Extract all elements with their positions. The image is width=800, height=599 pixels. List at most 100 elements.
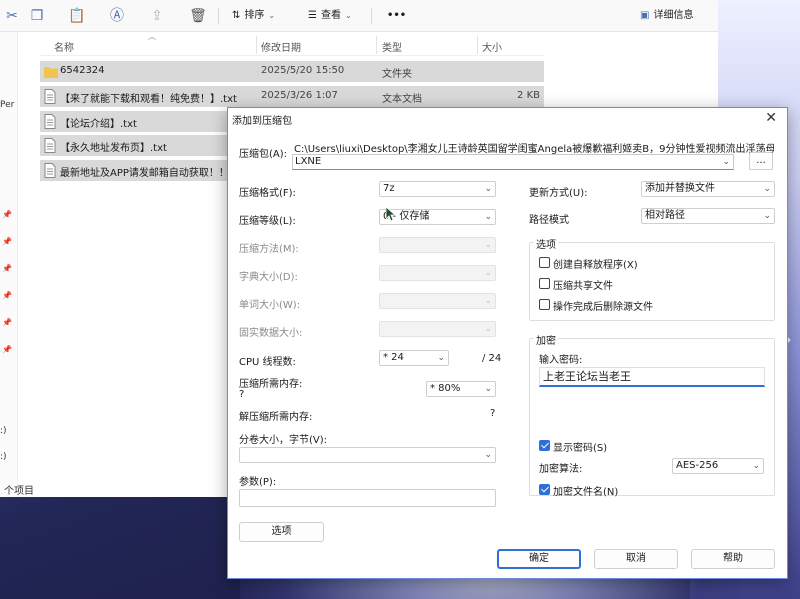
level-select[interactable]: 0 - 仅存储 ⌄ bbox=[379, 209, 496, 225]
browse-button[interactable]: ... bbox=[749, 152, 773, 170]
encryption-method-select[interactable]: AES-256 ⌄ bbox=[672, 458, 764, 474]
encrypt-filenames-checkbox[interactable] bbox=[539, 484, 550, 495]
more-icon: ••• bbox=[387, 10, 407, 21]
file-row[interactable]: 【论坛介绍】.txt bbox=[40, 111, 228, 132]
method-select[interactable]: ⌄ bbox=[379, 237, 496, 253]
file-name: 最新地址及APP请发邮箱自动获取！！ bbox=[60, 168, 228, 179]
sfx-label[interactable]: 创建自释放程序(X) bbox=[553, 256, 638, 271]
close-icon[interactable]: ✕ bbox=[765, 110, 777, 126]
help-button[interactable]: 帮助 bbox=[691, 549, 775, 569]
delete-icon[interactable]: 🗑 bbox=[189, 7, 207, 25]
add-to-archive-dialog: 添加到压缩包 ✕ 压缩包(A): C:\Users\liuxi\Desktop\… bbox=[227, 107, 788, 579]
cut-icon[interactable]: ✂ bbox=[3, 7, 21, 25]
ok-button[interactable]: 确定 bbox=[497, 549, 581, 569]
sfx-checkbox[interactable] bbox=[539, 257, 550, 268]
column-divider[interactable] bbox=[477, 36, 478, 54]
column-divider[interactable] bbox=[256, 36, 257, 54]
compress-memory-select[interactable]: * 80% ⌄ bbox=[426, 381, 496, 397]
shared-files-label[interactable]: 压缩共享文件 bbox=[553, 277, 613, 292]
paste-icon[interactable]: 📋 bbox=[68, 7, 86, 25]
mouse-cursor-icon bbox=[386, 207, 396, 222]
navigation-pane[interactable]: Per 📌 📌 📌 📌 📌 📌 :) :) bbox=[0, 32, 18, 497]
show-password-checkbox[interactable] bbox=[539, 440, 550, 451]
password-input[interactable]: 上老王论坛当老王 bbox=[539, 367, 765, 387]
chevron-down-icon: ⌄ bbox=[268, 11, 276, 20]
archive-path-value: LXNE bbox=[295, 156, 322, 167]
update-mode-select[interactable]: 添加并替换文件 ⌄ bbox=[641, 181, 775, 197]
chevron-down-icon: ⌄ bbox=[484, 450, 492, 460]
cancel-button[interactable]: 取消 bbox=[594, 549, 678, 569]
file-row[interactable]: 6542324 2025/5/20 15:50 文件夹 bbox=[40, 61, 544, 82]
details-pane-button[interactable]: ▣ 详细信息 bbox=[640, 7, 693, 25]
encryption-method-value: AES-256 bbox=[676, 460, 719, 471]
file-row[interactable]: 最新地址及APP请发邮箱自动获取！！ bbox=[40, 160, 228, 181]
word-size-select[interactable]: ⌄ bbox=[379, 293, 496, 309]
chevron-down-icon: ⌄ bbox=[484, 296, 492, 306]
nav-drive-label[interactable]: :) bbox=[0, 452, 7, 462]
chevron-down-icon: ⌄ bbox=[484, 324, 492, 334]
file-name: 6542324 bbox=[60, 65, 105, 76]
cpu-threads-label: CPU 线程数: bbox=[239, 357, 296, 368]
text-file-icon bbox=[44, 138, 56, 153]
format-value: 7z bbox=[383, 183, 395, 194]
format-select[interactable]: 7z ⌄ bbox=[379, 181, 496, 197]
dialog-title: 添加到压缩包 bbox=[232, 116, 292, 127]
chevron-down-icon: ⌄ bbox=[484, 240, 492, 250]
cpu-threads-select[interactable]: * 24 ⌄ bbox=[379, 350, 449, 366]
share-icon[interactable]: ⇪ bbox=[148, 7, 166, 25]
shared-files-checkbox[interactable] bbox=[539, 278, 550, 289]
details-label: 详细信息 bbox=[653, 10, 694, 21]
delete-after-checkbox[interactable] bbox=[539, 299, 550, 310]
archive-label: 压缩包(A): bbox=[239, 149, 288, 160]
encryption-method-label: 加密算法: bbox=[539, 464, 583, 475]
split-volume-combobox[interactable]: ⌄ bbox=[239, 447, 496, 463]
compress-memory-value: * 80% bbox=[430, 383, 461, 394]
path-mode-select[interactable]: 相对路径 ⌄ bbox=[641, 208, 775, 224]
cpu-threads-max: / 24 bbox=[482, 353, 502, 364]
chevron-down-icon: ⌄ bbox=[722, 157, 730, 167]
decompress-memory-label: 解压缩所需内存: bbox=[239, 412, 313, 423]
file-name: 【来了就能下载和观看！纯免费！】.txt bbox=[60, 94, 237, 105]
show-password-label[interactable]: 显示密码(S) bbox=[553, 439, 607, 454]
column-header-type[interactable]: 类型 bbox=[382, 39, 402, 54]
level-label: 压缩等级(L): bbox=[239, 216, 296, 227]
chevron-down-icon: ⌄ bbox=[763, 211, 771, 221]
column-header-size[interactable]: 大小 bbox=[482, 39, 502, 54]
file-name: 【论坛介绍】.txt bbox=[60, 119, 137, 130]
more-options-button[interactable]: ••• bbox=[387, 7, 406, 25]
chevron-down-icon: ⌄ bbox=[484, 212, 492, 222]
pin-icon: 📌 bbox=[2, 264, 12, 273]
split-volume-label: 分卷大小，字节(V): bbox=[239, 435, 328, 446]
toolbar-divider bbox=[218, 8, 219, 24]
word-size-label: 单词大小(W): bbox=[239, 300, 301, 311]
solid-block-label: 固实数据大小: bbox=[239, 328, 303, 339]
encryption-group-title: 加密 bbox=[534, 332, 558, 347]
dictionary-size-select[interactable]: ⌄ bbox=[379, 265, 496, 281]
nav-item-label[interactable]: Per bbox=[0, 100, 14, 110]
copy-icon[interactable]: ❐ bbox=[28, 7, 46, 25]
nav-drive-label[interactable]: :) bbox=[0, 426, 7, 436]
archive-path-combobox[interactable]: LXNE ⌄ bbox=[292, 154, 734, 170]
options-button[interactable]: 选项 bbox=[239, 522, 324, 542]
pin-icon: 📌 bbox=[2, 318, 12, 327]
column-divider[interactable] bbox=[376, 36, 377, 54]
path-mode-value: 相对路径 bbox=[645, 210, 685, 221]
text-file-icon bbox=[44, 89, 56, 104]
delete-after-label[interactable]: 操作完成后删除源文件 bbox=[553, 298, 653, 313]
encrypt-filenames-label[interactable]: 加密文件名(N) bbox=[553, 483, 618, 498]
details-pane-icon: ▣ bbox=[640, 10, 650, 21]
sort-up-icon: ︿ bbox=[148, 32, 156, 41]
file-row[interactable]: 【永久地址发布页】.txt bbox=[40, 135, 228, 156]
rename-icon[interactable]: Ⓐ bbox=[108, 7, 126, 25]
view-button[interactable]: ☰ 查看 ⌄ bbox=[308, 7, 352, 25]
sort-label: 排序 bbox=[244, 10, 265, 21]
column-header-name[interactable]: 名称 bbox=[54, 39, 74, 54]
sort-button[interactable]: ⇅ 排序 ⌄ bbox=[232, 7, 275, 25]
column-header-date[interactable]: 修改日期 bbox=[261, 39, 301, 54]
dialog-title-bar[interactable]: 添加到压缩包 ✕ bbox=[228, 108, 787, 130]
solid-block-select[interactable]: ⌄ bbox=[379, 321, 496, 337]
password-label: 输入密码: bbox=[539, 355, 583, 366]
file-row[interactable]: 【来了就能下载和观看！纯免费！】.txt 2025/3/26 1:07 文本文档… bbox=[40, 86, 544, 107]
parameters-input[interactable] bbox=[239, 489, 496, 507]
chevron-down-icon: ⌄ bbox=[484, 184, 492, 194]
